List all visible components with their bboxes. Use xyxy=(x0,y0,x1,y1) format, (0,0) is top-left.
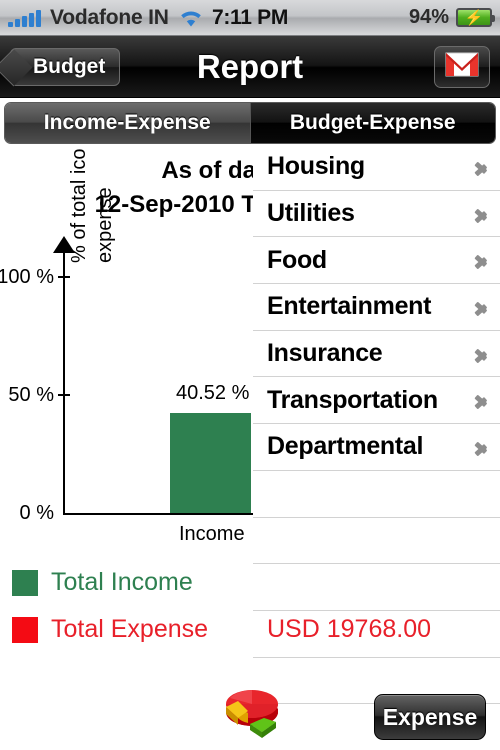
legend-total-income: Total Income xyxy=(12,568,312,597)
chevron-right-icon xyxy=(476,343,490,365)
income-expense-chart: As of da 12-Sep-2010 T 100 % 50 % 0 % % … xyxy=(0,148,258,548)
chevron-right-icon xyxy=(476,436,490,458)
pie-chart-icon[interactable] xyxy=(218,678,282,740)
expense-button-label: Expense xyxy=(382,703,478,730)
battery-percent-label: 94% xyxy=(408,6,449,28)
battery-charging-icon: ⚡ xyxy=(456,8,495,27)
status-bar: Vodafone IN 7:11 PM 94% ⚡ xyxy=(0,0,500,36)
x-axis-line xyxy=(63,513,255,515)
signal-bars-icon xyxy=(8,9,41,27)
list-item-label: Housing xyxy=(267,152,365,181)
bar-category-label-income: Income xyxy=(179,523,245,545)
list-item-label: Insurance xyxy=(267,339,383,368)
y-axis-line xyxy=(63,248,65,515)
carrier-label: Vodafone IN xyxy=(50,5,169,29)
chevron-right-icon xyxy=(476,296,490,318)
list-item-label: Food xyxy=(267,245,327,274)
as-of-date-line1: As of da xyxy=(161,157,256,184)
list-item-label: Departmental xyxy=(267,432,424,461)
segmented-control-report-type[interactable]: Income-Expense Budget-Expense xyxy=(4,102,496,144)
bar-value-label-income: 40.52 % xyxy=(176,382,250,404)
list-item[interactable]: Food xyxy=(253,237,500,285)
chevron-right-icon xyxy=(476,389,490,411)
list-item-empty[interactable] xyxy=(253,470,500,518)
list-item-label: Entertainment xyxy=(267,292,432,321)
y-tick-mark-100 xyxy=(58,276,70,278)
wifi-icon xyxy=(178,8,204,28)
bar-income xyxy=(170,413,251,513)
legend-swatch-income xyxy=(12,569,38,596)
list-item[interactable]: Housing xyxy=(253,144,500,191)
list-item[interactable]: Utilities xyxy=(253,190,500,238)
y-tick-label-100: 100 % xyxy=(0,266,54,288)
legend-label-income: Total Income xyxy=(51,568,193,596)
chevron-right-icon xyxy=(476,203,490,225)
list-item-label: Transportation xyxy=(267,385,438,414)
list-item[interactable]: Transportation xyxy=(253,377,500,425)
as-of-date-line2: 12-Sep-2010 T xyxy=(94,191,256,218)
legend-swatch-expense xyxy=(12,616,38,643)
y-tick-label-50: 50 % xyxy=(8,384,54,406)
total-expense-value: USD 19768.00 xyxy=(267,615,432,643)
list-item-empty[interactable] xyxy=(253,517,500,565)
gmail-envelope-icon xyxy=(445,51,479,83)
list-item[interactable]: Departmental xyxy=(253,424,500,471)
y-tick-label-0: 0 % xyxy=(19,502,54,524)
list-item-label: Utilities xyxy=(267,199,355,228)
mail-button[interactable] xyxy=(434,46,490,88)
chevron-right-icon xyxy=(476,156,490,178)
tab-budget-expense[interactable]: Budget-Expense xyxy=(249,103,495,143)
y-tick-mark-50 xyxy=(58,394,70,396)
list-item[interactable]: Entertainment xyxy=(253,284,500,331)
chevron-right-icon xyxy=(476,249,490,271)
as-of-date-text: As of da 12-Sep-2010 T xyxy=(95,154,256,222)
list-item[interactable]: Insurance xyxy=(253,330,500,378)
expense-button[interactable]: Expense xyxy=(374,694,486,740)
navigation-bar: Budget Report xyxy=(0,36,500,98)
back-button-label: Budget xyxy=(33,55,106,78)
y-axis-title: % of total icome + expense xyxy=(68,148,116,263)
clock-label: 7:11 PM xyxy=(211,5,289,29)
legend-label-expense: Total Expense xyxy=(51,615,209,643)
tab-income-expense[interactable]: Income-Expense xyxy=(5,103,250,143)
